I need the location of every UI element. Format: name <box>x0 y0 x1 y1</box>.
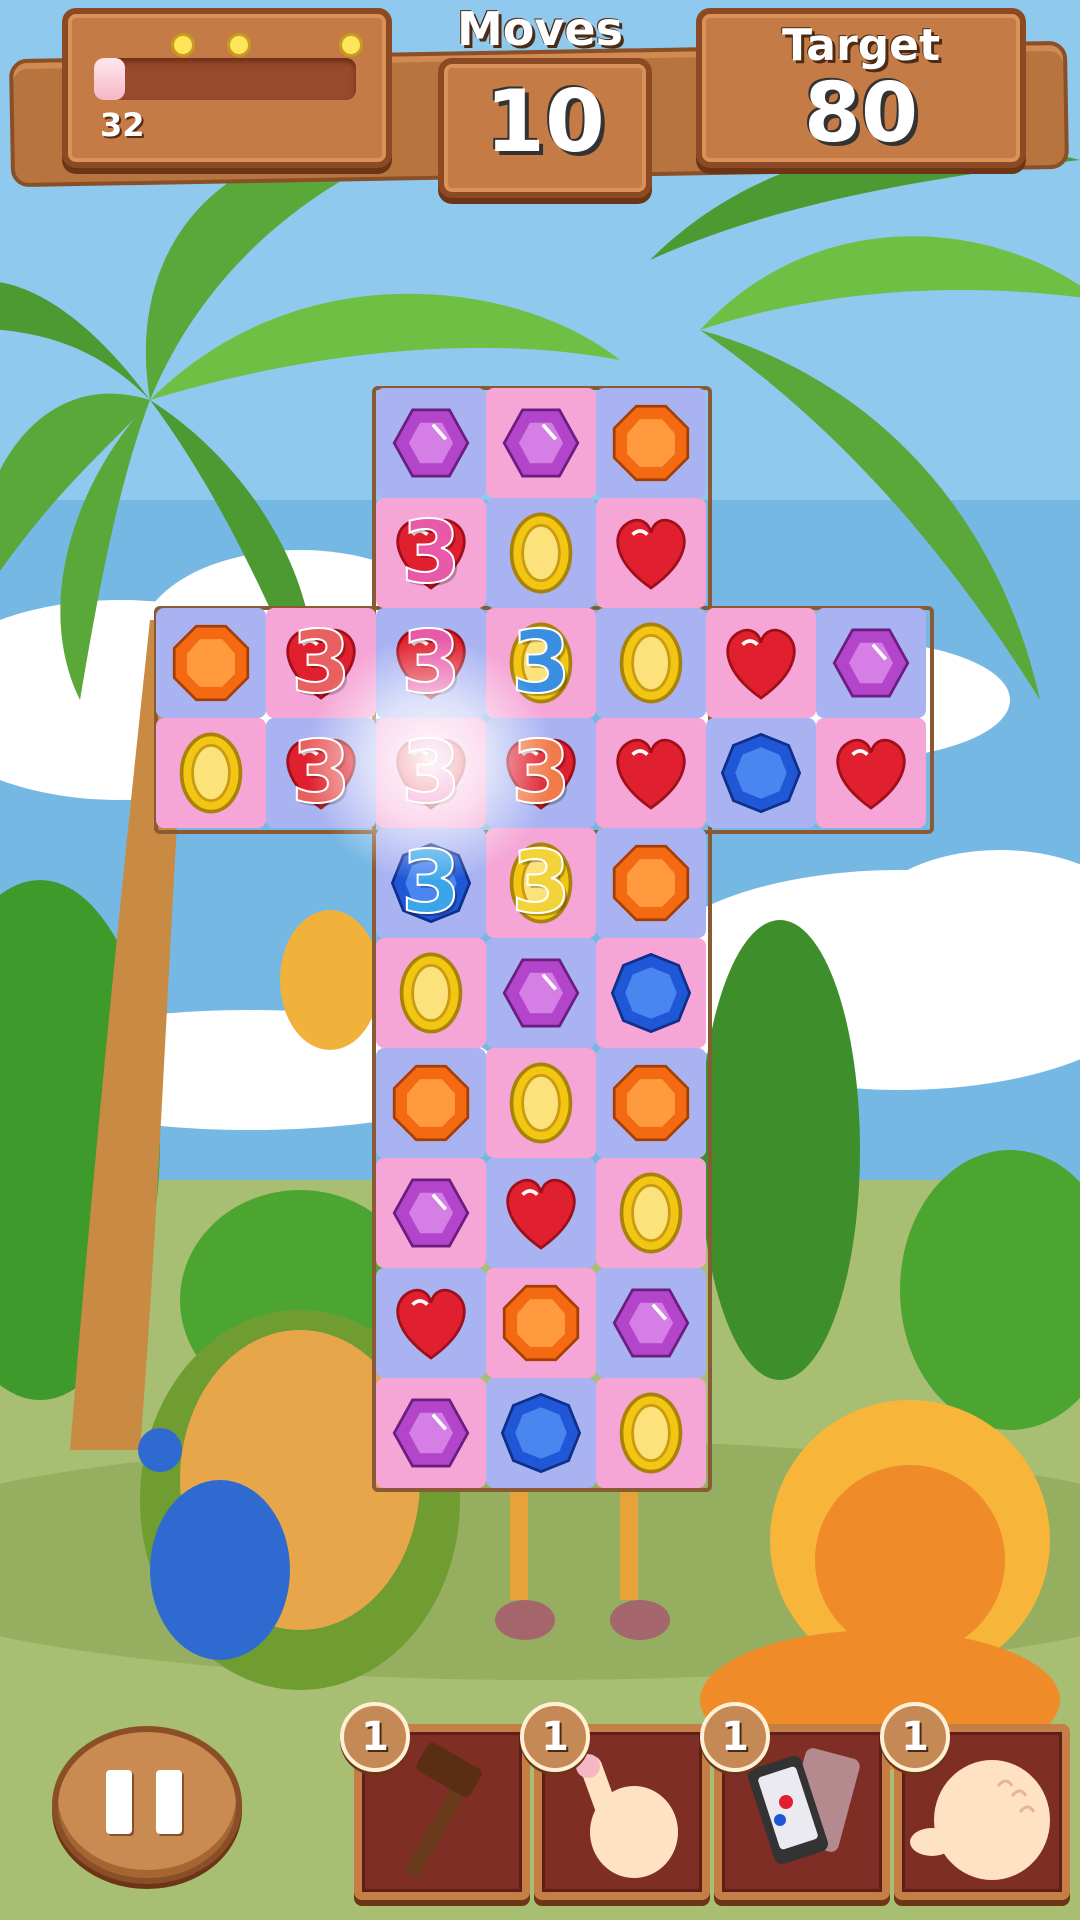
board-cell[interactable] <box>376 1158 486 1268</box>
board-cell[interactable] <box>376 1048 486 1158</box>
gem-purple-icon <box>596 1268 706 1378</box>
heart-red-icon <box>596 498 706 608</box>
gem-blue-icon <box>706 718 816 828</box>
booster-hand-count: 1 <box>880 1702 950 1772</box>
board-cell[interactable] <box>596 828 706 938</box>
board-cell[interactable] <box>816 718 926 828</box>
booster-hammer[interactable]: 1 <box>340 1702 530 1900</box>
pause-icon <box>106 1770 186 1834</box>
bomb-counter[interactable]: 3 <box>486 828 596 938</box>
board-cell[interactable] <box>596 1048 706 1158</box>
score-panel: 32 <box>62 8 392 168</box>
board-cell[interactable] <box>816 608 926 718</box>
progress-star-2 <box>230 36 248 54</box>
gem-purple-icon <box>376 388 486 498</box>
board-cell[interactable] <box>486 938 596 1048</box>
score-value: 32 <box>100 106 145 144</box>
coin-gold-icon <box>486 1048 596 1158</box>
moves-value: 10 <box>485 72 605 172</box>
target-value: 80 <box>803 66 919 161</box>
board-cell[interactable] <box>596 498 706 608</box>
heart-red-icon <box>706 608 816 718</box>
bomb-counter[interactable]: 3 <box>376 498 486 608</box>
board-cell[interactable] <box>376 388 486 498</box>
board-cell[interactable] <box>376 1268 486 1378</box>
target-label: Target <box>781 20 941 71</box>
bomb-counter[interactable]: 3 <box>376 608 486 718</box>
booster-finger-count: 1 <box>520 1702 590 1772</box>
bomb-counter[interactable]: 3 <box>266 608 376 718</box>
coin-gold-icon <box>486 498 596 608</box>
board-cell[interactable] <box>486 1268 596 1378</box>
board-cell[interactable] <box>596 718 706 828</box>
board-cell[interactable] <box>486 388 596 498</box>
heart-red-icon <box>376 1268 486 1378</box>
gem-orange-icon <box>596 388 706 498</box>
coin-gold-icon <box>596 1378 706 1488</box>
board-cell[interactable] <box>596 1268 706 1378</box>
coin-gold-icon <box>156 718 266 828</box>
gem-purple-icon <box>486 938 596 1048</box>
gem-orange-icon <box>376 1048 486 1158</box>
gem-orange-icon <box>596 828 706 938</box>
booster-finger[interactable]: 1 <box>520 1702 710 1900</box>
coin-gold-icon <box>596 1158 706 1268</box>
coin-gold-icon <box>596 608 706 718</box>
board-cell[interactable] <box>486 498 596 608</box>
bomb-counter[interactable]: 3 <box>266 718 376 828</box>
bomb-counter[interactable]: 3 <box>376 718 486 828</box>
game-scene: 32 Moves 10 Target 80 333333333 1 1 1 1 <box>0 0 1080 1920</box>
board-cell[interactable] <box>486 1378 596 1488</box>
board-cell[interactable] <box>376 938 486 1048</box>
pause-button[interactable] <box>52 1726 242 1884</box>
moves-panel: 10 <box>438 58 652 198</box>
score-progress-fill <box>94 58 126 100</box>
bomb-counter[interactable]: 3 <box>486 608 596 718</box>
gem-orange-icon <box>596 1048 706 1158</box>
board-cell[interactable] <box>486 1048 596 1158</box>
heart-red-icon <box>816 718 926 828</box>
gem-blue-icon <box>486 1378 596 1488</box>
booster-hammer-count: 1 <box>340 1702 410 1772</box>
gem-purple-icon <box>486 388 596 498</box>
board-cell[interactable] <box>706 718 816 828</box>
target-panel: Target 80 <box>696 8 1026 168</box>
gem-purple-icon <box>376 1378 486 1488</box>
moves-label: Moves <box>457 2 623 56</box>
gem-purple-icon <box>376 1158 486 1268</box>
progress-star-1 <box>174 36 192 54</box>
gem-blue-icon <box>596 938 706 1048</box>
board-cell[interactable] <box>486 1158 596 1268</box>
board-cell[interactable] <box>156 608 266 718</box>
bomb-counter[interactable]: 3 <box>376 828 486 938</box>
booster-phone-count: 1 <box>700 1702 770 1772</box>
heart-red-icon <box>596 718 706 828</box>
gem-orange-icon <box>486 1268 596 1378</box>
booster-hand[interactable]: 1 <box>880 1702 1070 1900</box>
progress-star-3 <box>342 36 360 54</box>
board-cell[interactable] <box>596 1158 706 1268</box>
board-cell[interactable] <box>156 718 266 828</box>
board-cell[interactable] <box>596 1378 706 1488</box>
board-cell[interactable] <box>596 388 706 498</box>
board-cell[interactable] <box>596 938 706 1048</box>
board-cell[interactable] <box>596 608 706 718</box>
heart-red-icon <box>486 1158 596 1268</box>
gem-purple-icon <box>816 608 926 718</box>
board-cell[interactable] <box>376 1378 486 1488</box>
coin-gold-icon <box>376 938 486 1048</box>
bomb-counter[interactable]: 3 <box>486 718 596 828</box>
score-progress-bar <box>94 58 356 100</box>
gem-orange-icon <box>156 608 266 718</box>
board-cell[interactable] <box>706 608 816 718</box>
booster-phone[interactable]: 1 <box>700 1702 890 1900</box>
